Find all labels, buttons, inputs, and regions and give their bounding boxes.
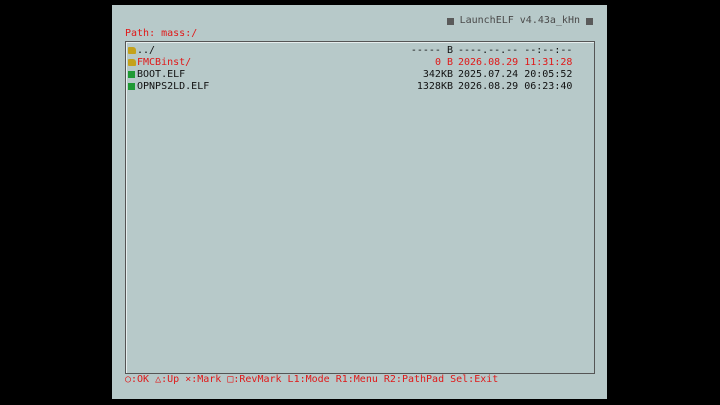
file-name: ../ (137, 45, 156, 56)
file-row-fmcbinst[interactable]: FMCBinst/ 0 B 2026.08.29 11:31:28 (126, 57, 594, 69)
button-hint-bar: ○:OK △:Up ×:Mark □:RevMark L1:Mode R1:Me… (125, 374, 499, 385)
file-size: 342KB (422, 69, 453, 80)
elf-file-icon (128, 71, 135, 78)
path-label: Path: mass:/ (125, 28, 198, 39)
file-row-boot-elf[interactable]: BOOT.ELF 342KB 2025.07.24 20:05:52 (126, 69, 594, 81)
launchelf-screen: LaunchELF v4.43a_kHn Path: mass:/ ../ --… (112, 5, 607, 399)
file-date: 2026.08.29 06:23:40 (458, 81, 573, 92)
file-size: ----- B (410, 45, 453, 56)
file-name: BOOT.ELF (137, 69, 186, 80)
title-right-square-icon (586, 17, 593, 25)
file-date: 2025.07.24 20:05:52 (458, 69, 573, 80)
file-size: 1328KB (416, 81, 453, 92)
folder-icon (128, 47, 136, 54)
file-name: FMCBinst/ (137, 57, 192, 68)
file-row-opnps2ld-elf[interactable]: OPNPS2LD.ELF 1328KB 2026.08.29 06:23:40 (126, 81, 594, 93)
file-list: ../ ----- B ----.--.-- --:--:-- FMCBinst… (125, 41, 595, 374)
file-row-parent[interactable]: ../ ----- B ----.--.-- --:--:-- (126, 45, 594, 57)
title-left-square-icon (446, 17, 454, 25)
file-size: 0 B (434, 57, 453, 68)
title-bar: LaunchELF v4.43a_kHn (446, 15, 593, 27)
app-title: LaunchELF v4.43a_kHn (459, 15, 580, 26)
elf-file-icon (128, 83, 135, 90)
folder-icon (128, 59, 136, 66)
file-name: OPNPS2LD.ELF (137, 81, 210, 92)
file-date: 2026.08.29 11:31:28 (458, 57, 573, 68)
file-date: ----.--.-- --:--:-- (458, 45, 573, 56)
